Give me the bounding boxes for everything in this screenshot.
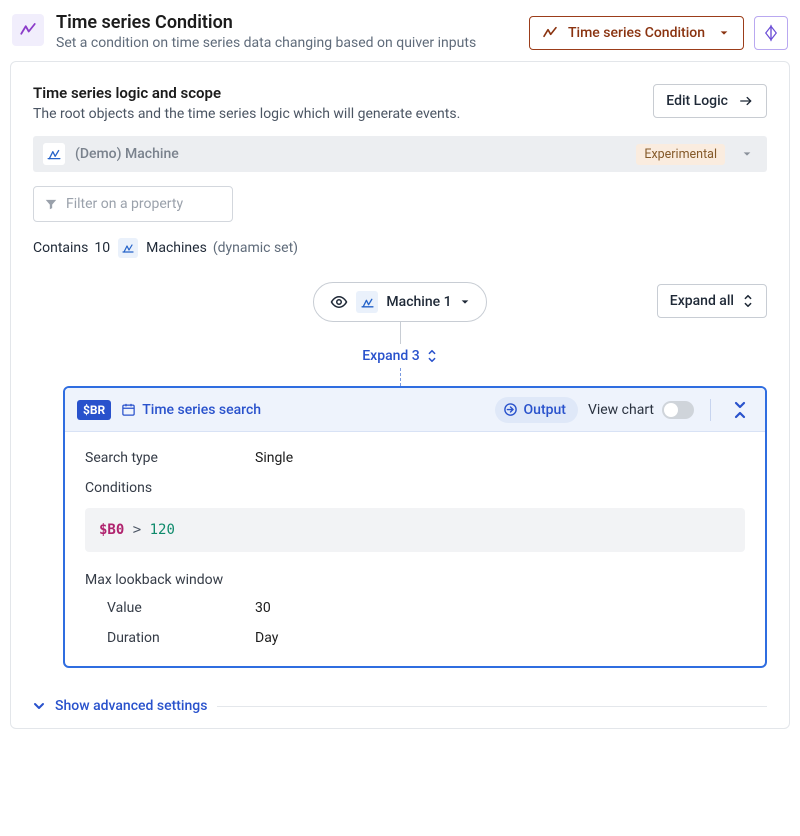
expand-icon [742,294,754,308]
output-pill[interactable]: Output [495,397,578,423]
search-type-label: Search type [85,450,255,466]
lookback-value-label: Value [107,600,255,616]
lookback-label: Max lookback window [85,572,745,588]
page-title: Time series Condition [56,12,517,33]
contains-summary: Contains 10 Machines (dynamic set) [33,238,767,258]
lookback-duration: Day [255,630,278,646]
arrow-right-icon [738,94,754,108]
contains-prefix: Contains [33,240,88,256]
collapse-panel-button[interactable] [727,397,753,423]
conditions-label: Conditions [85,480,745,496]
time-series-search-panel: $BR Time series search Output View chart [63,386,767,668]
show-advanced-label: Show advanced settings [55,698,207,714]
show-advanced-toggle[interactable]: Show advanced settings [33,698,767,714]
page-subtitle: Set a condition on time series data chan… [56,35,517,51]
panel-title-text: Time series search [142,402,261,418]
overlap-icon [762,24,780,42]
experimental-badge: Experimental [636,144,725,165]
chart-icon [12,14,44,46]
calendar-search-icon [121,402,136,417]
machine-icon [43,143,65,165]
contains-count: 10 [94,240,110,256]
expand-icon [426,349,438,363]
chevron-down-icon [33,700,45,712]
expand-all-button[interactable]: Expand all [657,284,767,318]
root-object-name: (Demo) Machine [75,146,626,162]
root-object-bar[interactable]: (Demo) Machine Experimental [33,136,767,172]
output-icon [503,402,518,417]
edit-logic-label: Edit Logic [666,93,728,109]
lookback-duration-label: Duration [107,630,255,646]
contains-suffix: (dynamic set) [213,240,298,256]
section-desc: The root objects and the time series log… [33,106,460,122]
condition-value: 120 [150,522,175,538]
expand-children-label: Expand 3 [362,348,419,364]
machine-icon [356,291,378,313]
machine-icon [118,238,138,258]
chart-icon [542,25,558,41]
condition-expression: $B0 > 120 [85,508,745,552]
lookback-value: 30 [255,600,271,616]
section-title: Time series logic and scope [33,84,460,102]
caret-down-icon [719,28,729,38]
output-label: Output [524,402,566,418]
compare-button[interactable] [754,16,788,50]
machine-node-label: Machine 1 [386,294,451,310]
contains-type: Machines [146,240,207,256]
caret-down-icon [742,149,752,159]
expand-all-label: Expand all [670,293,734,309]
divider [217,706,767,707]
condition-type-dropdown[interactable]: Time series Condition [529,16,744,50]
filter-placeholder: Filter on a property [66,196,183,212]
dropdown-label: Time series Condition [568,25,705,41]
root-object-caret[interactable] [735,142,759,166]
collapse-icon [732,401,748,419]
property-filter-input[interactable]: Filter on a property [33,186,233,222]
view-chart-label: View chart [588,402,654,418]
caret-down-icon [460,297,470,307]
eye-icon [330,293,348,311]
search-type-value: Single [255,450,293,466]
panel-title: Time series search [121,402,261,418]
machine-node[interactable]: Machine 1 [313,282,486,322]
variable-badge: $BR [77,400,111,420]
expand-children-button[interactable]: Expand 3 [33,344,767,368]
filter-icon [44,197,58,211]
condition-op: > [133,522,141,538]
view-chart-toggle[interactable] [662,401,694,419]
edit-logic-button[interactable]: Edit Logic [653,84,767,118]
condition-var: $B0 [99,522,124,538]
